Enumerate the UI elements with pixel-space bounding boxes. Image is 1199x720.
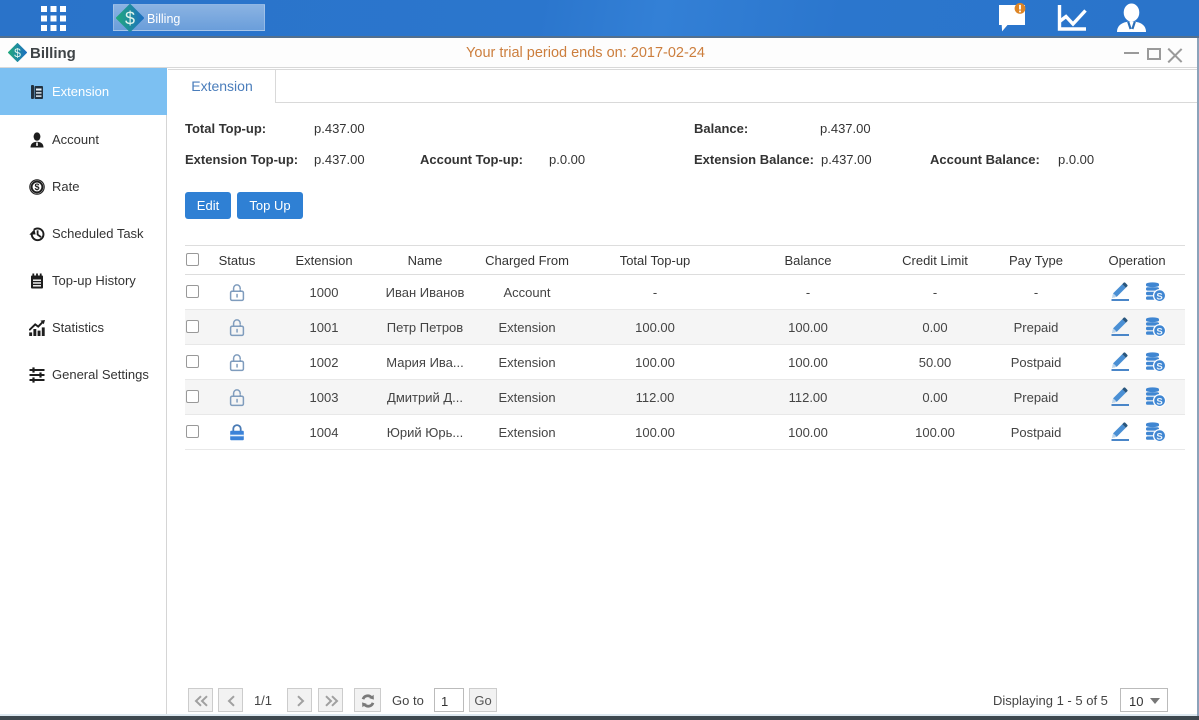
svg-text:S: S bbox=[1156, 431, 1162, 442]
svg-text:S: S bbox=[1156, 291, 1162, 302]
svg-text:S: S bbox=[1156, 326, 1162, 337]
svg-text:S: S bbox=[1156, 396, 1162, 407]
svg-text:S: S bbox=[1156, 361, 1162, 372]
svg-text:$: $ bbox=[34, 182, 39, 192]
svg-text:$: $ bbox=[125, 9, 135, 29]
